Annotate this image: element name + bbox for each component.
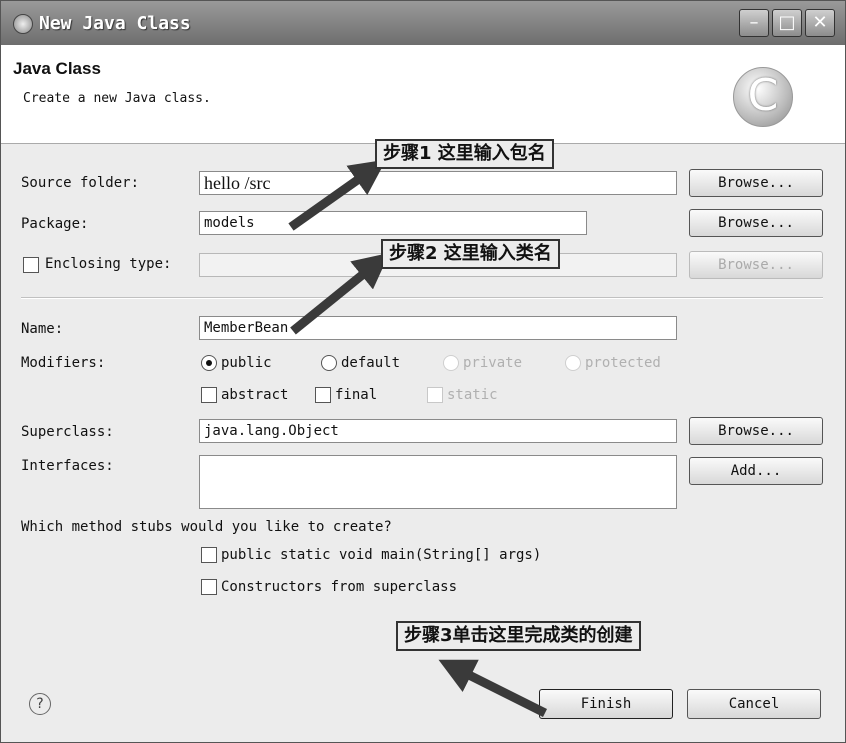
arrow-step2 [290,252,390,335]
new-java-class-dialog: New Java Class – □ ✕ Java Class Create a… [0,0,846,743]
arrow-step1 [288,159,387,231]
annotation-step1: 步骤1 这里输入包名 [375,139,554,169]
annotation-step3: 步骤3单击这里完成类的创建 [396,621,641,651]
annotation-step2: 步骤2 这里输入类名 [381,239,560,269]
arrow-step3 [438,659,548,718]
